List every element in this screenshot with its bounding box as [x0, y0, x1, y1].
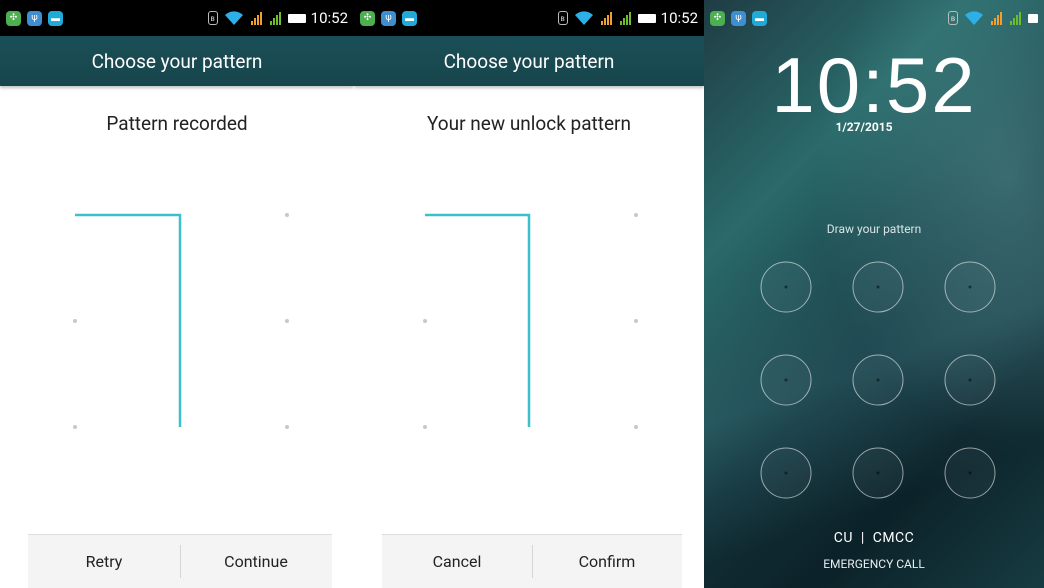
- pattern-dot[interactable]: [634, 425, 638, 429]
- signal-icon: [991, 12, 1002, 25]
- pattern-dot[interactable]: [285, 425, 289, 429]
- status-clock: 10:52: [660, 9, 698, 27]
- status-clock: 10:52: [310, 9, 348, 27]
- lock-clock: 10:52: [771, 41, 977, 129]
- wifi-icon: [965, 11, 983, 25]
- pattern-dot[interactable]: [285, 319, 289, 323]
- bluetooth-icon: ʙ: [207, 11, 218, 25]
- carrier-label: CU | CMCC: [833, 530, 915, 546]
- signal-icon-2: [1010, 12, 1021, 25]
- pattern-line: [75, 213, 182, 427]
- signal-icon-2: [269, 12, 281, 25]
- pattern-recorded-screen: ✣ ψ ▬ ʙ 10:52 Choose your pattern Patter…: [0, 0, 354, 588]
- status-bar: ✣ ψ ▬ ʙ 10:52: [354, 0, 704, 36]
- wifi-icon: [224, 11, 243, 25]
- continue-button[interactable]: Continue: [180, 535, 332, 588]
- signal-icon: [600, 12, 612, 25]
- status-bar: ✣ ψ ▬ ʙ: [704, 0, 1044, 36]
- chat-icon: ▬: [48, 10, 63, 26]
- instruction-text: Your new unlock pattern: [427, 112, 631, 135]
- emergency-call-button[interactable]: EMERGENCY CALL: [704, 557, 1044, 571]
- chat-icon: ▬: [402, 10, 417, 26]
- bluetooth-icon: ʙ: [557, 11, 568, 25]
- pattern-dot[interactable]: [73, 319, 77, 323]
- wifi-icon: [574, 11, 593, 25]
- pattern-dot[interactable]: [423, 425, 427, 429]
- pattern-line: [425, 213, 531, 427]
- app-notification-icon: ✣: [710, 10, 725, 26]
- confirm-pattern-screen: ✣ ψ ▬ ʙ 10:52 Choose your pattern Your n…: [354, 0, 704, 588]
- battery-icon: [637, 13, 656, 23]
- battery-icon: [287, 13, 306, 23]
- pattern-dot[interactable]: [634, 319, 638, 323]
- usb-icon: ψ: [731, 10, 746, 26]
- bottom-button-bar: Retry Continue: [28, 534, 332, 588]
- pattern-dot[interactable]: [423, 319, 427, 323]
- usb-icon: ψ: [27, 10, 42, 26]
- lock-screen: ✣ ψ ▬ ʙ 10:52 1/27/2015 Draw your patter…: [704, 0, 1044, 588]
- signal-icon: [250, 12, 262, 25]
- app-notification-icon: ✣: [6, 10, 21, 26]
- pattern-dot[interactable]: [285, 213, 289, 217]
- signal-icon-2: [619, 12, 631, 25]
- app-notification-icon: ✣: [360, 10, 375, 26]
- chat-icon: ▬: [752, 10, 767, 26]
- bluetooth-icon: ʙ: [948, 11, 958, 25]
- cancel-button[interactable]: Cancel: [382, 535, 532, 588]
- bottom-button-bar: Cancel Confirm: [382, 534, 682, 588]
- pattern-dot[interactable]: [73, 425, 77, 429]
- instruction-text: Pattern recorded: [106, 112, 248, 135]
- pattern-dot[interactable]: [634, 213, 638, 217]
- action-bar-title: Choose your pattern: [354, 36, 704, 86]
- action-bar-title: Choose your pattern: [0, 36, 354, 86]
- unlock-pattern-grid[interactable]: [704, 255, 1044, 515]
- pattern-grid[interactable]: [0, 180, 354, 470]
- usb-icon: ψ: [381, 10, 396, 26]
- lock-date: 1/27/2015: [835, 120, 893, 134]
- draw-pattern-hint: Draw your pattern: [826, 222, 922, 236]
- status-bar: ✣ ψ ▬ ʙ 10:52: [0, 0, 354, 36]
- confirm-button[interactable]: Confirm: [532, 535, 682, 588]
- retry-button[interactable]: Retry: [28, 535, 180, 588]
- pattern-grid[interactable]: [354, 180, 704, 470]
- battery-icon: [1028, 13, 1038, 23]
